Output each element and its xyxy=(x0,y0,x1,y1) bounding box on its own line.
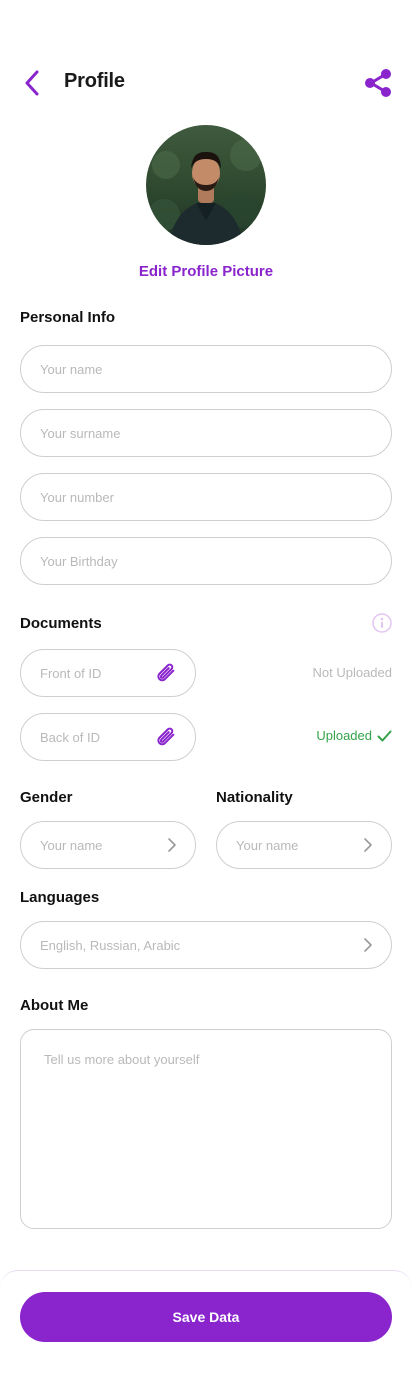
front-id-status: Not Uploaded xyxy=(312,665,393,680)
chevron-right-icon xyxy=(364,838,372,852)
nationality-select[interactable]: Your name xyxy=(216,821,392,869)
back-id-status-group: Uploaded xyxy=(290,728,392,743)
languages-heading: Languages xyxy=(20,889,100,906)
surname-input[interactable] xyxy=(40,425,373,441)
page-title: Profile xyxy=(64,70,125,92)
about-me-heading: About Me xyxy=(20,997,89,1014)
gender-value: Your name xyxy=(40,837,103,853)
surname-field[interactable] xyxy=(20,409,392,457)
chevron-left-icon xyxy=(25,70,39,96)
name-field[interactable] xyxy=(20,345,392,393)
languages-value: English, Russian, Arabic xyxy=(40,937,181,953)
about-me-placeholder: Tell us more about yourself xyxy=(44,1052,200,1067)
back-id-field[interactable]: Back of ID xyxy=(20,713,196,761)
birthday-input[interactable] xyxy=(40,553,373,569)
personal-info-heading: Personal Info xyxy=(20,309,116,326)
paperclip-icon[interactable] xyxy=(155,726,177,748)
back-id-placeholder: Back of ID xyxy=(40,729,100,745)
chevron-right-icon xyxy=(364,938,372,952)
back-id-status: Uploaded xyxy=(316,728,372,743)
back-button[interactable] xyxy=(18,68,46,98)
nationality-value: Your name xyxy=(236,837,299,853)
chevron-right-icon xyxy=(168,838,176,852)
birthday-field[interactable] xyxy=(20,537,392,585)
info-icon[interactable] xyxy=(372,613,392,633)
languages-select[interactable]: English, Russian, Arabic xyxy=(20,921,392,969)
documents-heading: Documents xyxy=(20,615,102,632)
gender-select[interactable]: Your name xyxy=(20,821,196,869)
save-data-button[interactable]: Save Data xyxy=(20,1292,392,1342)
edit-profile-picture-link[interactable]: Edit Profile Picture xyxy=(0,263,412,280)
front-id-placeholder: Front of ID xyxy=(40,665,102,681)
number-input[interactable] xyxy=(40,489,373,505)
paperclip-icon[interactable] xyxy=(155,662,177,684)
about-me-textarea[interactable]: Tell us more about yourself xyxy=(20,1029,392,1229)
gender-heading: Gender xyxy=(20,789,73,806)
number-field[interactable] xyxy=(20,473,392,521)
name-input[interactable] xyxy=(40,361,373,377)
avatar[interactable] xyxy=(146,125,266,245)
nationality-heading: Nationality xyxy=(216,789,293,806)
share-button[interactable] xyxy=(360,66,396,100)
share-icon xyxy=(365,69,391,97)
front-id-field[interactable]: Front of ID xyxy=(20,649,196,697)
checkmark-icon xyxy=(377,730,392,741)
profile-photo xyxy=(146,125,266,245)
